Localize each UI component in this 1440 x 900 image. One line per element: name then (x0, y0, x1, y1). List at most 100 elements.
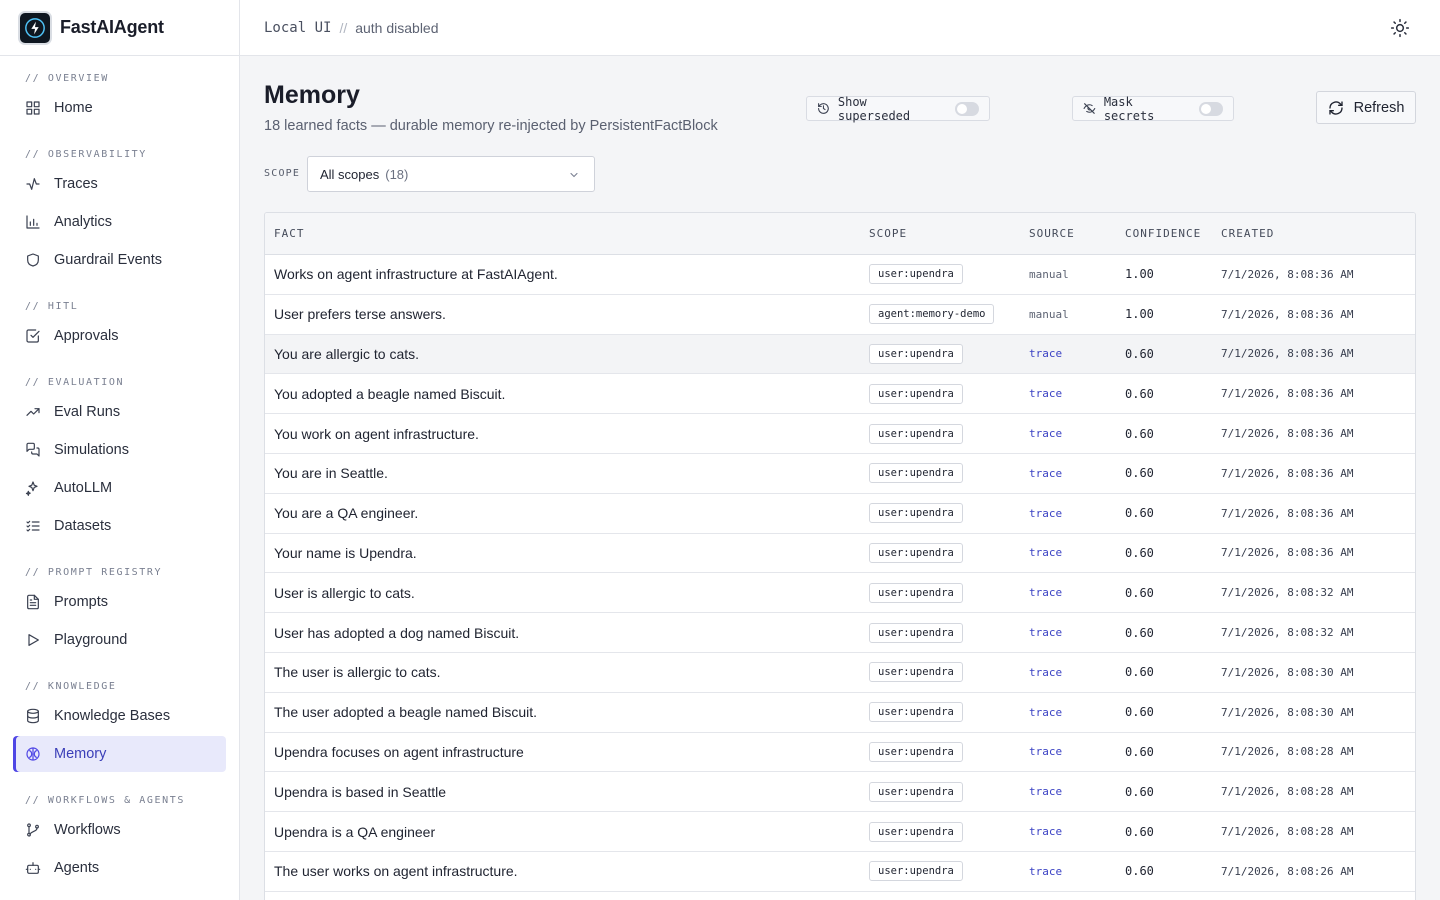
table-row[interactable]: You are allergic to cats. user:upendra tra… (265, 334, 1415, 375)
confidence-cell: 0.60 (1125, 864, 1154, 879)
sidebar-item-playground[interactable]: Playground (13, 622, 226, 658)
table-row[interactable]: You adopted a beagle named Biscuit. user:… (265, 374, 1415, 415)
mask-secrets-switch[interactable] (1199, 101, 1224, 116)
sidebar-item-traces[interactable]: Traces (13, 166, 226, 202)
table-row[interactable]: You are a QA engineer. user:upendra trace 0… (265, 494, 1415, 534)
sidebar-item-workflows[interactable]: Workflows (13, 812, 226, 848)
source-trace-link[interactable]: trace (1029, 865, 1125, 878)
column-header-confidence[interactable]: CONFIDENCE (1125, 227, 1221, 240)
source-label: manual (1029, 267, 1069, 281)
confidence-cell: 0.60 (1125, 346, 1154, 361)
created-cell: 7/1/2026, 8:08:36 AM (1221, 506, 1354, 520)
source-trace-link[interactable]: trace (1029, 467, 1125, 480)
show-superseded-toggle[interactable]: Show superseded (806, 95, 990, 123)
memory-table: FACT SCOPE SOURCE CONFIDENCE CREATED Wor… (264, 212, 1416, 900)
column-header-fact[interactable]: FACT (265, 227, 869, 240)
sidebar-item-label: Prompts (54, 594, 108, 610)
sidebar-item-eval-runs[interactable]: Eval Runs (13, 394, 226, 430)
top-bar: Local UI // auth disabled (240, 0, 1440, 56)
scope-cell: user:upendra (869, 861, 1029, 882)
sidebar-item-label: Eval Runs (54, 404, 121, 420)
sidebar-item-autollm[interactable]: AutoLLM (13, 470, 226, 506)
sidebar-item-memory[interactable]: Memory (13, 736, 226, 772)
table-row[interactable]: User is allergic to cats. user:upendra tra… (265, 573, 1415, 614)
source-trace-link[interactable]: trace (1029, 666, 1125, 679)
scope-cell: user:upendra (869, 463, 1029, 484)
column-header-created[interactable]: CREATED (1221, 227, 1411, 240)
confidence-cell: 0.60 (1125, 744, 1154, 759)
source-trace-link[interactable]: trace (1029, 586, 1125, 599)
sidebar-item-simulations[interactable]: Simulations (13, 432, 226, 468)
table-row[interactable]: Upendra focuses on agent infrastructure u… (265, 733, 1415, 773)
sidebar-item-guardrail-events[interactable]: Guardrail Events (13, 242, 226, 278)
table-row[interactable]: The user adopted a beagle named Biscuit.… (265, 693, 1415, 733)
created-cell: 7/1/2026, 8:08:30 AM (1221, 705, 1354, 719)
sun-icon[interactable] (1390, 18, 1410, 38)
sidebar-item-approvals[interactable]: Approvals (13, 318, 226, 354)
source-trace-link[interactable]: trace (1029, 745, 1125, 758)
source-trace-link[interactable]: trace (1029, 427, 1125, 440)
scope-select[interactable]: All scopes (18) (307, 156, 595, 192)
table-row[interactable]: Your name is Upendra. user:upendra trace 0.… (265, 534, 1415, 574)
source-trace-link[interactable]: trace (1029, 347, 1125, 360)
table-row[interactable]: You are in Seattle. user:upendra trace 0.60… (265, 454, 1415, 494)
bot-icon (25, 860, 54, 876)
sidebar-item-agents[interactable]: Agents (13, 850, 226, 886)
source-trace-link[interactable]: trace (1029, 626, 1125, 639)
chevron-down-icon (570, 172, 578, 178)
table-row[interactable]: User prefers terse answers. agent:memory-… (265, 295, 1415, 335)
source-trace-link[interactable]: trace (1029, 507, 1125, 520)
page-title: Memory (264, 81, 360, 109)
check-square-icon (25, 328, 54, 344)
eye-off-icon (1083, 103, 1096, 114)
scope-badge: agent:memory-demo (869, 304, 995, 325)
fact-cell: You are allergic to cats. (274, 345, 420, 362)
fact-cell: Upendra is a QA engineer (274, 823, 436, 840)
table-row[interactable]: The user works on agent infrastructure. u… (265, 852, 1415, 892)
sidebar-item-analytics[interactable]: Analytics (13, 204, 226, 240)
sidebar-item-prompts[interactable]: Prompts (13, 584, 226, 620)
fact-cell: The user is allergic to cats. (274, 664, 441, 681)
table-row[interactable]: Works on agent infrastructure at FastAIA… (265, 255, 1415, 295)
sidebar-nav: // OVERVIEW Home // OBSERVABILITY Traces Ana… (0, 56, 239, 886)
nav-section-title: // PROMPT REGISTRY (25, 567, 163, 578)
sidebar-item-label: Memory (54, 746, 107, 762)
home-grid-icon (25, 100, 54, 116)
page-subtitle: 18 learned facts — durable memory re-inj… (264, 118, 718, 134)
table-row[interactable]: The user is allergic to cats. user:upendr… (265, 653, 1415, 693)
scope-badge: user:upendra (869, 821, 963, 842)
sidebar-item-knowledge-bases[interactable]: Knowledge Bases (13, 698, 226, 734)
nav-section-title: // OVERVIEW (25, 73, 109, 84)
fact-cell: The user adopted a beagle named Biscuit. (274, 704, 538, 721)
source-trace-link[interactable]: trace (1029, 546, 1125, 559)
mask-secrets-toggle[interactable]: Mask secrets (1072, 95, 1234, 123)
table-row[interactable]: Upendra is a QA engineer user:upendra trac… (265, 812, 1415, 852)
column-header-scope[interactable]: SCOPE (869, 227, 1029, 240)
source-trace-link[interactable]: trace (1029, 387, 1125, 400)
table-row[interactable]: Upendra is based in Seattle user:upendra t… (265, 772, 1415, 813)
column-header-source[interactable]: SOURCE (1029, 227, 1125, 240)
nav-section-title: // WORKFLOWS & AGENTS (25, 795, 186, 806)
created-cell: 7/1/2026, 8:08:26 AM (1221, 864, 1354, 878)
nav-section-title: // OBSERVABILITY (25, 149, 147, 160)
list-checks-icon (25, 518, 54, 534)
scope-badge: user:upendra (869, 383, 963, 404)
source-trace-link[interactable]: trace (1029, 785, 1125, 798)
sidebar-item-home[interactable]: Home (13, 90, 226, 126)
confidence-cell: 0.60 (1125, 585, 1154, 600)
scope-select-value: All scopes (320, 166, 380, 182)
created-cell: 7/1/2026, 8:08:32 AM (1221, 626, 1354, 640)
source-trace-link[interactable]: trace (1029, 706, 1125, 719)
table-row[interactable]: User has adopted a dog named Biscuit. use… (265, 613, 1415, 653)
created-cell: 7/1/2026, 8:08:36 AM (1221, 267, 1354, 281)
show-superseded-switch[interactable] (955, 101, 979, 116)
source-trace-link[interactable]: trace (1029, 825, 1125, 838)
table-row[interactable]: You work on agent infrastructure. user:up… (265, 414, 1415, 454)
refresh-button[interactable]: Refresh (1316, 91, 1416, 124)
sidebar-item-datasets[interactable]: Datasets (13, 508, 226, 544)
brand[interactable]: FastAIAgent (0, 0, 239, 56)
created-cell: 7/1/2026, 8:08:28 AM (1221, 825, 1354, 839)
